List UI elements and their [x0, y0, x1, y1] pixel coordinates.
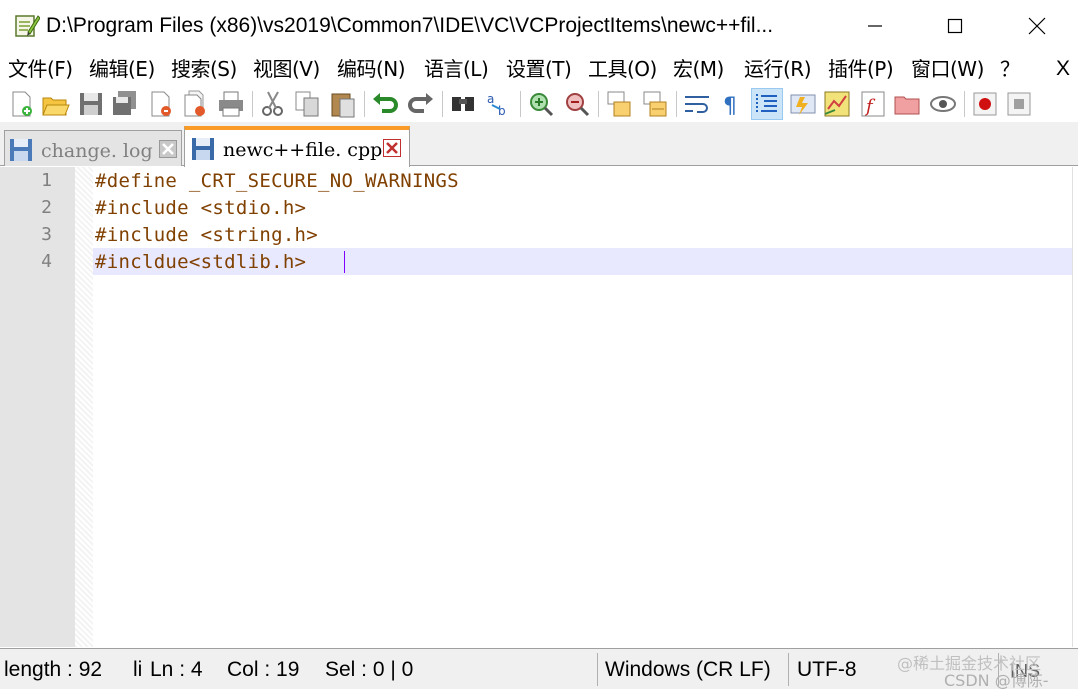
tab-change-log[interactable]: change. log: [4, 130, 182, 166]
svg-text:¶: ¶: [723, 94, 737, 119]
window-title: D:\Program Files (x86)\vs2019\Common7\ID…: [46, 14, 774, 37]
redo-icon[interactable]: [406, 89, 436, 119]
menu-window[interactable]: 窗口(W): [911, 56, 984, 82]
title-bar: D:\Program Files (x86)\vs2019\Common7\ID…: [0, 0, 1078, 52]
code-line[interactable]: #include <string.h>: [95, 222, 318, 249]
save-all-icon[interactable]: [110, 89, 140, 119]
status-lines: li: [133, 658, 143, 681]
replace-icon[interactable]: ab: [484, 89, 514, 119]
word-wrap-icon[interactable]: [682, 89, 712, 119]
undo-icon[interactable]: [370, 89, 400, 119]
code-line[interactable]: #include <stdio.h>: [95, 195, 306, 222]
status-line-number: Ln : 4: [150, 658, 203, 681]
tab-label: newc++file. cpp: [223, 139, 383, 161]
copy-icon[interactable]: [292, 89, 322, 119]
cut-icon[interactable]: [258, 89, 288, 119]
close-icon[interactable]: [159, 140, 177, 158]
find-icon[interactable]: [448, 89, 478, 119]
line-number: 2: [41, 197, 52, 218]
close-window-button[interactable]: [1014, 0, 1060, 52]
line-number: 3: [41, 224, 52, 245]
toolbar: ab ¶ f: [0, 86, 1078, 122]
folder-workspace-icon[interactable]: [892, 89, 922, 119]
menu-bar: 文件(F) 编辑(E) 搜索(S) 视图(V) 编码(N) 语言(L) 设置(T…: [0, 52, 1078, 86]
status-encoding[interactable]: UTF-8: [797, 658, 857, 682]
toolbar-separator: [520, 91, 521, 117]
close-icon: [1028, 17, 1046, 35]
menu-file[interactable]: 文件(F): [8, 56, 73, 82]
menu-edit[interactable]: 编辑(E): [89, 56, 155, 82]
menu-encoding[interactable]: 编码(N): [337, 56, 406, 82]
user-language-icon[interactable]: [788, 89, 818, 119]
toolbar-separator: [252, 91, 253, 117]
status-column: Col : 19: [227, 658, 300, 681]
show-all-chars-icon[interactable]: ¶: [716, 89, 746, 119]
status-eol[interactable]: Windows (CR LF): [605, 658, 771, 682]
code-line[interactable]: #incldue<stdlib.h>: [95, 249, 306, 276]
toolbar-separator: [442, 91, 443, 117]
menu-run[interactable]: 运行(R): [744, 56, 812, 82]
status-separator: [597, 653, 598, 686]
zoom-in-icon[interactable]: [526, 89, 556, 119]
tab-newc-file-cpp[interactable]: newc++file. cpp: [184, 126, 410, 167]
document-map-icon[interactable]: [822, 89, 852, 119]
line-number: 1: [41, 170, 52, 191]
minimize-button[interactable]: [852, 0, 898, 52]
indent-guide-icon[interactable]: [751, 88, 783, 120]
close-file-icon[interactable]: [146, 89, 176, 119]
maximize-button[interactable]: [932, 0, 978, 52]
new-file-icon[interactable]: [6, 89, 36, 119]
save-icon: [192, 138, 214, 160]
status-length: length : 92: [4, 658, 103, 681]
svg-text:a: a: [487, 92, 494, 106]
status-bar: length : 92 li Ln : 4 Col : 19 Sel : 0 |…: [0, 648, 1078, 689]
toolbar-separator: [598, 91, 599, 117]
menu-plugins[interactable]: 插件(P): [828, 56, 894, 82]
text-caret: [344, 251, 345, 273]
watermark-csdn: CSDN @博陈-: [944, 671, 1049, 689]
monitoring-icon[interactable]: [928, 89, 958, 119]
function-list-icon[interactable]: f: [858, 89, 888, 119]
tab-bar: change. log newc++file. cpp: [0, 122, 1078, 167]
close-all-icon[interactable]: [180, 89, 210, 119]
menu-language[interactable]: 语言(L): [424, 56, 489, 82]
menu-macro[interactable]: 宏(M): [673, 56, 724, 82]
record-macro-icon[interactable]: [970, 89, 1000, 119]
toolbar-separator: [676, 91, 677, 117]
code-line[interactable]: #define _CRT_SECURE_NO_WARNINGS: [95, 168, 459, 195]
save-icon: [10, 139, 32, 161]
close-icon[interactable]: [383, 139, 401, 157]
editor-edge: [1072, 167, 1078, 647]
sync-horizontal-icon[interactable]: [640, 89, 670, 119]
menu-search[interactable]: 搜索(S): [171, 56, 237, 82]
save-icon[interactable]: [76, 89, 106, 119]
close-document-button[interactable]: X: [1056, 56, 1070, 82]
menu-view[interactable]: 视图(V): [253, 56, 320, 82]
open-file-icon[interactable]: [40, 89, 70, 119]
line-number: 4: [41, 251, 52, 272]
toolbar-separator: [364, 91, 365, 117]
status-selection: Sel : 0 | 0: [325, 658, 414, 681]
menu-help[interactable]: ？: [1000, 56, 1020, 82]
menu-tools[interactable]: 工具(O): [588, 56, 657, 82]
svg-text:b: b: [498, 104, 506, 118]
tab-label: change. log: [41, 140, 153, 162]
paste-icon[interactable]: [328, 89, 358, 119]
editor[interactable]: 1 2 3 4 #define _CRT_SECURE_NO_WARNINGS …: [0, 167, 1078, 647]
print-icon[interactable]: [216, 89, 246, 119]
fold-margin[interactable]: [75, 167, 93, 647]
line-number-gutter: 1 2 3 4: [0, 167, 75, 647]
maximize-icon: [947, 18, 963, 34]
stop-record-icon[interactable]: [1004, 89, 1034, 119]
menu-settings[interactable]: 设置(T): [506, 56, 572, 82]
sync-vertical-icon[interactable]: [604, 89, 634, 119]
toolbar-separator: [964, 91, 965, 117]
zoom-out-icon[interactable]: [562, 89, 592, 119]
status-separator: [788, 653, 789, 686]
minimize-icon: [868, 25, 882, 27]
notepad-plus-plus-icon: [15, 15, 40, 37]
